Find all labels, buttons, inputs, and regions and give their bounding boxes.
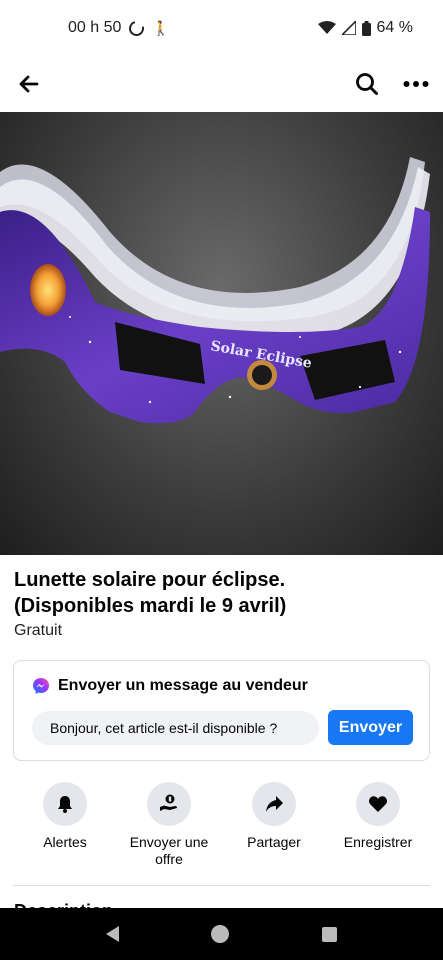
title-line-2: (Disponibles mardi le 9 avril) — [14, 595, 287, 617]
status-bar: 00 h 50 🚶 64 % — [0, 0, 443, 56]
back-arrow-icon[interactable] — [14, 72, 44, 96]
walking-icon: 🚶 — [152, 19, 170, 36]
send-button[interactable]: Envoyer — [328, 710, 413, 745]
message-heading-text: Envoyer un message au vendeur — [58, 677, 308, 694]
make-offer-action[interactable]: Envoyer une offre — [117, 782, 221, 868]
bell-icon — [58, 796, 72, 813]
action-row: Alertes Envoyer une offre Partager Enreg… — [0, 782, 443, 872]
battery-level: 64 % — [376, 19, 413, 36]
title-line-1: Lunette solaire pour éclipse. — [14, 569, 286, 591]
message-heading: Envoyer un message au vendeur — [32, 677, 308, 695]
app-bar — [0, 56, 443, 112]
listing-photo[interactable]: Solar Eclipse — [0, 112, 443, 555]
listing-title: Lunette solaire pour éclipse. (Disponibl… — [14, 567, 429, 619]
messenger-icon — [33, 678, 49, 694]
share-label: Partager — [247, 834, 301, 850]
alerts-action[interactable]: Alertes — [13, 782, 117, 851]
search-icon[interactable] — [355, 72, 379, 96]
more-options-icon[interactable] — [403, 80, 429, 88]
battery-icon — [361, 20, 371, 36]
save-action[interactable]: Enregistrer — [326, 782, 430, 851]
message-seller-card: Envoyer un message au vendeur Bonjour, c… — [13, 660, 430, 761]
nav-recents-icon[interactable] — [321, 926, 337, 942]
sync-icon — [126, 17, 148, 39]
wifi-icon — [317, 21, 336, 34]
heart-icon — [368, 796, 388, 812]
nav-home-icon[interactable] — [211, 925, 230, 943]
system-nav-bar — [0, 908, 443, 960]
divider — [13, 885, 430, 886]
signal-icon — [341, 21, 356, 35]
listing-price: Gratuit — [14, 622, 63, 639]
make-offer-label: Envoyer une offre — [129, 834, 209, 867]
share-action[interactable]: Partager — [222, 782, 326, 851]
share-icon — [266, 796, 283, 812]
alerts-label: Alertes — [43, 834, 87, 850]
status-time: 00 h 50 — [68, 19, 122, 36]
offer-icon — [160, 794, 177, 811]
message-input[interactable]: Bonjour, cet article est-il disponible ? — [32, 711, 319, 745]
nav-back-icon[interactable] — [106, 926, 120, 942]
save-label: Enregistrer — [343, 834, 413, 850]
